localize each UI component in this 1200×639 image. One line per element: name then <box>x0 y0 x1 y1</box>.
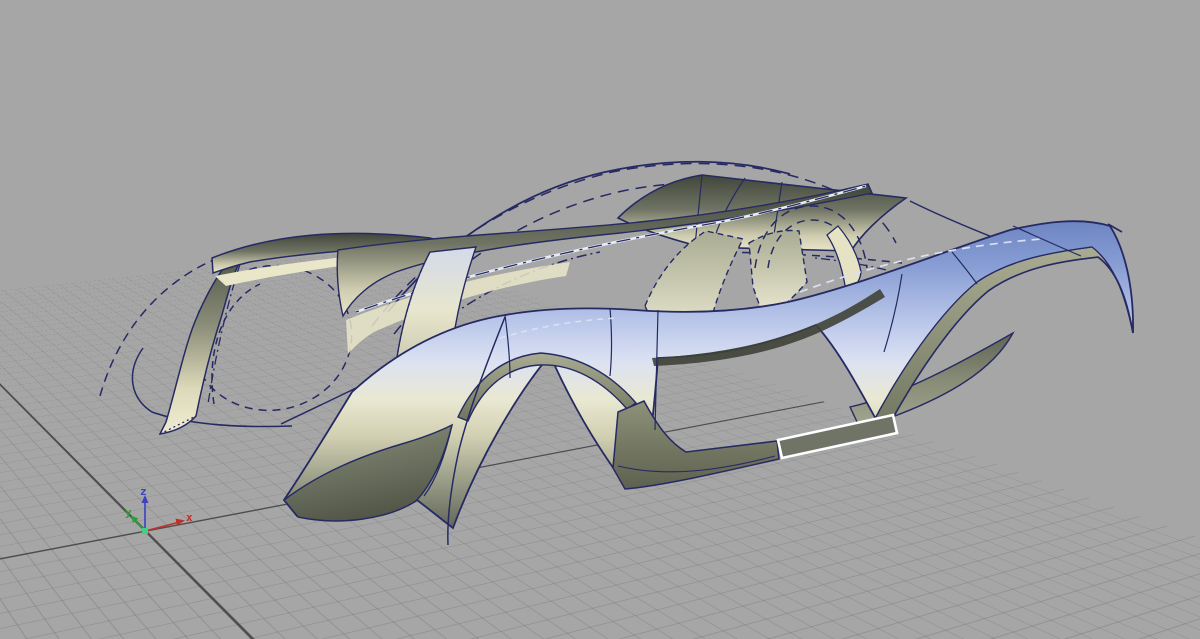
x-axis-label: x <box>186 511 193 524</box>
car-surface-model[interactable]: x y z <box>0 0 1200 639</box>
axis-gizmo: x y z <box>125 485 193 534</box>
origin-point <box>142 528 148 534</box>
selected-sill-surface[interactable] <box>776 413 899 460</box>
y-axis-label: y <box>125 506 132 519</box>
cad-viewport[interactable]: x y z <box>0 0 1200 639</box>
rocker-panel-surface[interactable] <box>612 400 780 490</box>
x-axis-arrowhead <box>175 518 185 526</box>
rear-buttress-curve[interactable] <box>909 200 998 240</box>
z-axis-label: z <box>140 485 147 498</box>
x-axis-arrow <box>144 521 181 532</box>
